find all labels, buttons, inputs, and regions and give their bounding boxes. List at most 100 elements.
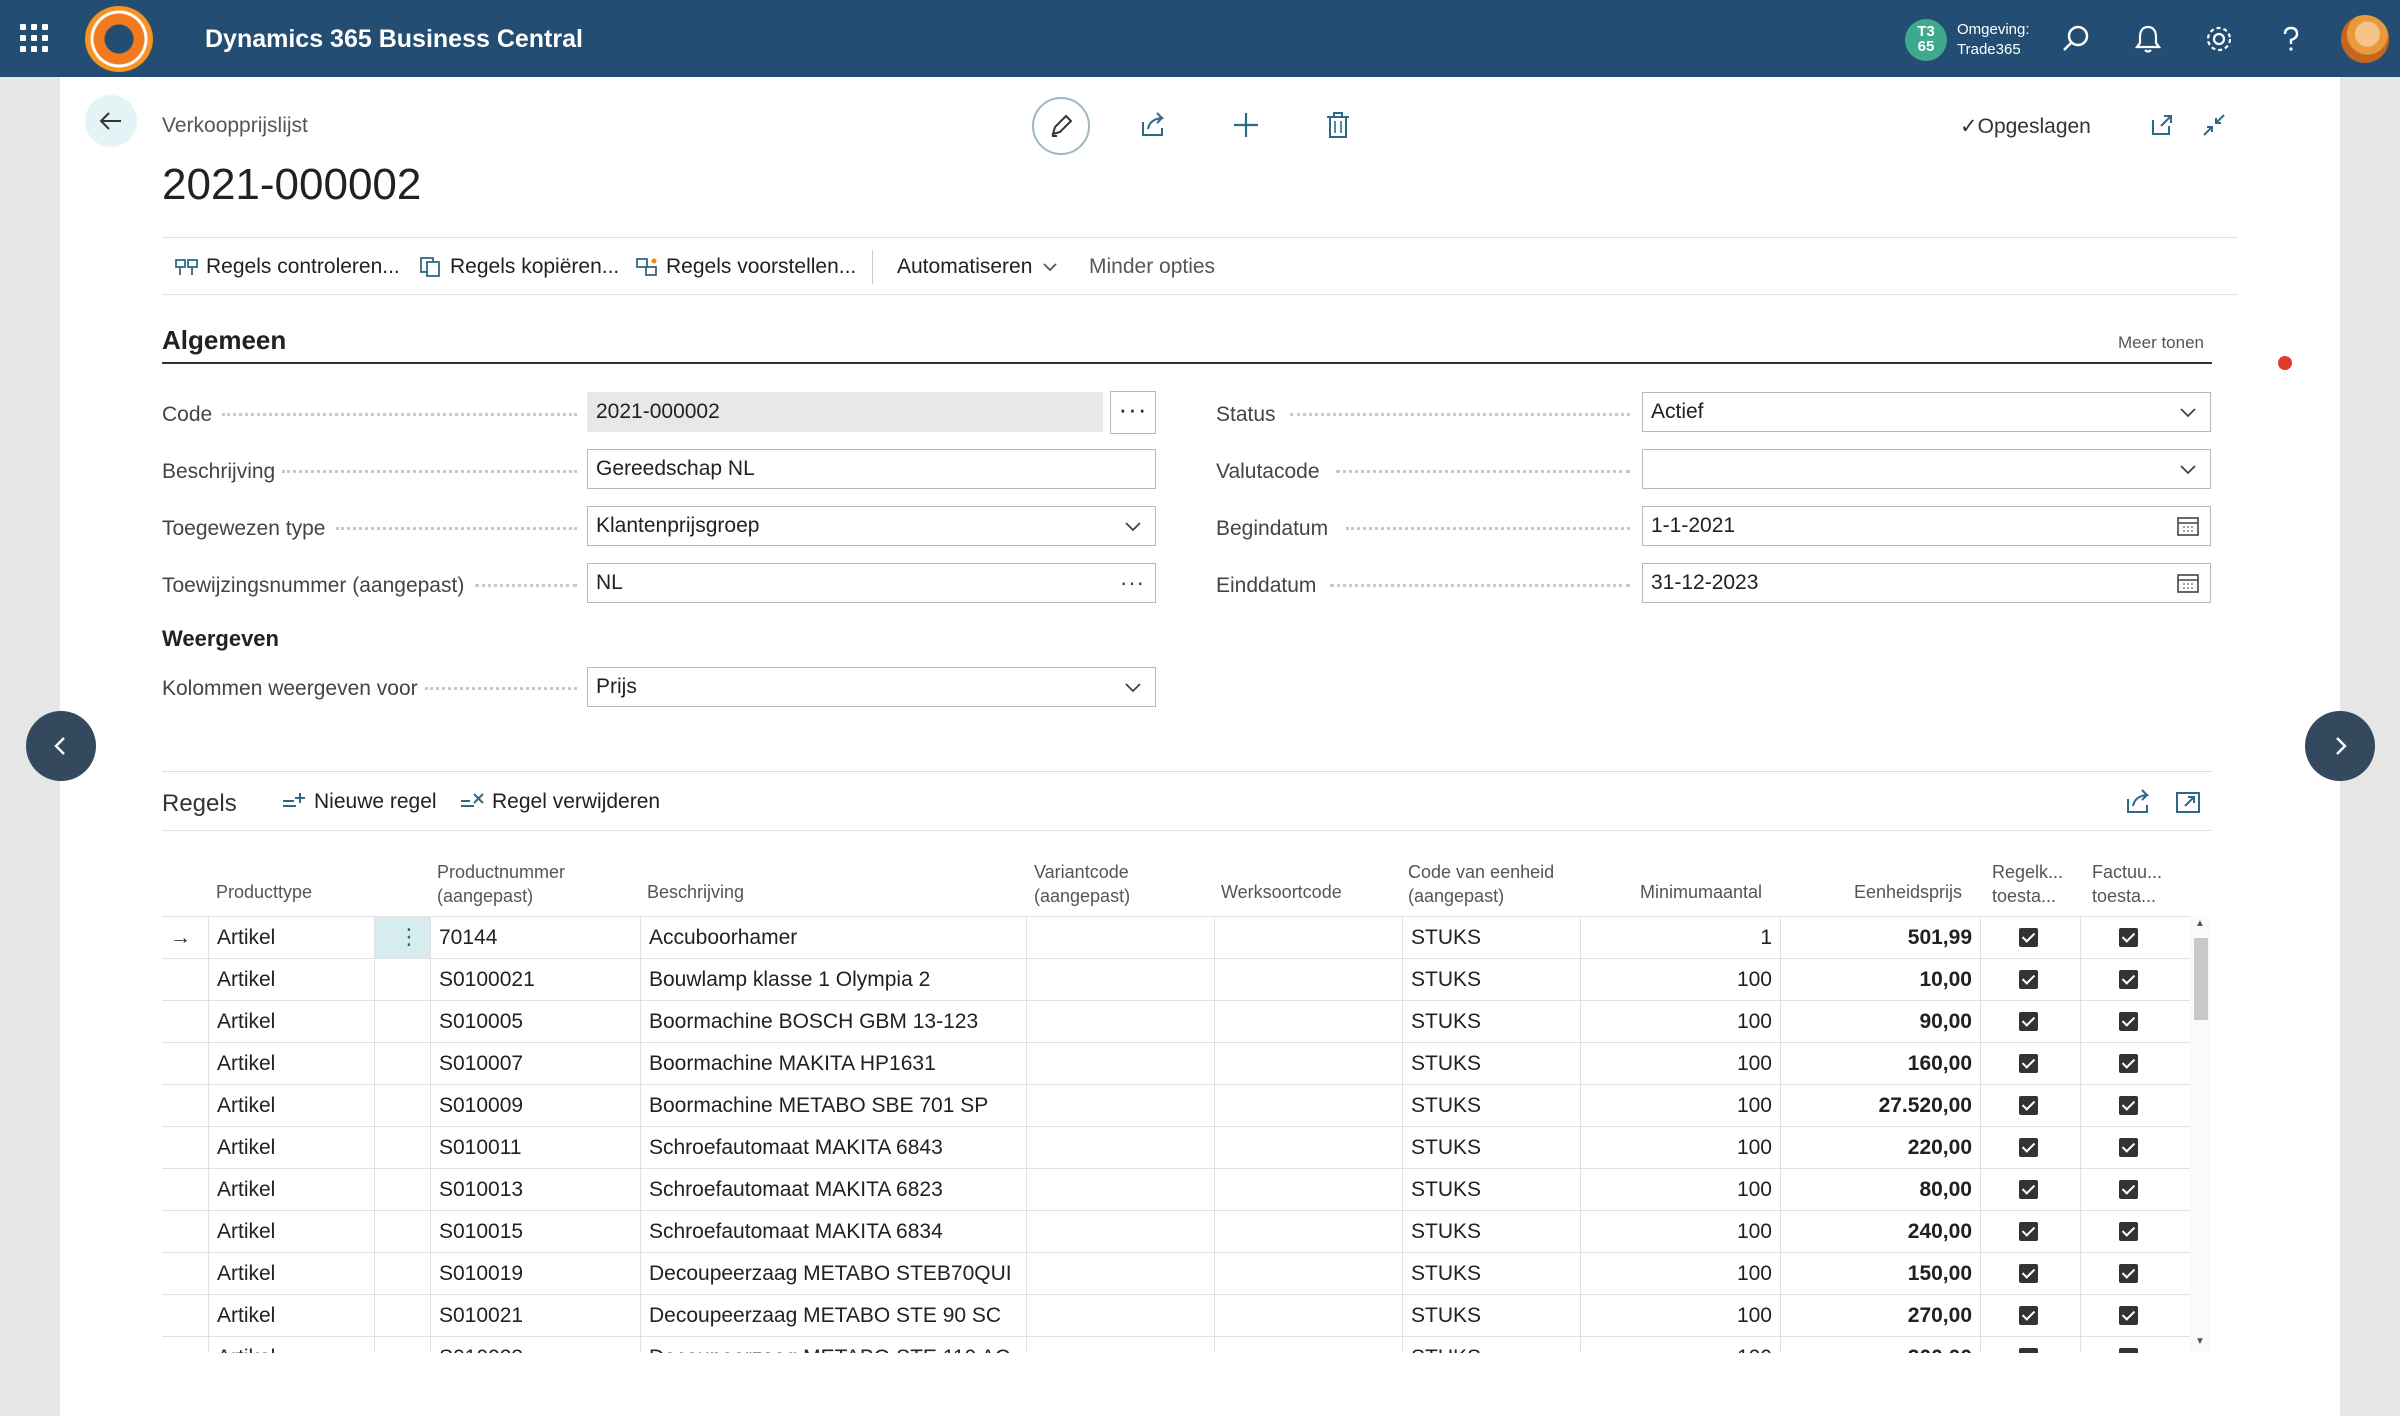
cell-variant[interactable] <box>1026 917 1214 959</box>
cell-product-no[interactable]: S010011 <box>430 1127 640 1169</box>
table-row[interactable]: → ⋮ Artikel 70144 Accuboorhamer STUKS 1 501,99 <box>162 916 2192 959</box>
cell-work-type[interactable] <box>1214 917 1402 959</box>
checkbox-checked[interactable] <box>2019 1180 2038 1199</box>
cell-product-type[interactable]: Artikel <box>208 1253 374 1295</box>
checkbox-checked[interactable] <box>2119 1138 2138 1157</box>
help-icon[interactable] <box>2274 22 2308 56</box>
checkbox-checked[interactable] <box>2119 1306 2138 1325</box>
cell-min-qty[interactable]: 100 <box>1580 1127 1780 1169</box>
cell-min-qty[interactable]: 100 <box>1580 1001 1780 1043</box>
cell-work-type[interactable] <box>1214 959 1402 1001</box>
cell-min-qty[interactable]: 100 <box>1580 959 1780 1001</box>
cell-product-type[interactable]: Artikel <box>208 1001 374 1043</box>
cell-min-qty[interactable]: 100 <box>1580 1043 1780 1085</box>
cell-min-qty[interactable]: 100 <box>1580 1295 1780 1337</box>
cell-description[interactable]: Accuboorhamer <box>640 917 1026 959</box>
cell-allow-invoice-discount[interactable] <box>2080 1211 2190 1253</box>
cell-allow-invoice-discount[interactable] <box>2080 1337 2190 1353</box>
column-header-work-type[interactable]: Werksoortcode <box>1221 880 1342 904</box>
column-header-allow-line-discount[interactable]: Regelk... toesta... <box>1992 860 2063 908</box>
checkbox-checked[interactable] <box>2119 1222 2138 1241</box>
plus-icon[interactable] <box>1229 108 1263 142</box>
cell-work-type[interactable] <box>1214 1127 1402 1169</box>
cell-description[interactable]: Boormachine METABO SBE 701 SP <box>640 1085 1026 1127</box>
code-field[interactable]: 2021-000002 <box>587 392 1103 432</box>
cell-allow-invoice-discount[interactable] <box>2080 1169 2190 1211</box>
cell-allow-invoice-discount[interactable] <box>2080 1001 2190 1043</box>
share-icon[interactable] <box>2122 786 2154 818</box>
cell-variant[interactable] <box>1026 1295 1214 1337</box>
scroll-down-icon[interactable]: ▼ <box>2195 1336 2205 1347</box>
cell-unit-price[interactable]: 300,00 <box>1780 1337 1980 1353</box>
cell-product-no[interactable]: S010009 <box>430 1085 640 1127</box>
cell-product-no[interactable]: S010019 <box>430 1253 640 1295</box>
cell-allow-invoice-discount[interactable] <box>2080 959 2190 1001</box>
cell-work-type[interactable] <box>1214 1337 1402 1353</box>
checkbox-checked[interactable] <box>2019 1222 2038 1241</box>
cell-allow-line-discount[interactable] <box>1980 1043 2080 1085</box>
cell-unit-price[interactable]: 220,00 <box>1780 1127 1980 1169</box>
cell-product-type[interactable]: Artikel <box>208 1169 374 1211</box>
checkbox-checked[interactable] <box>2119 970 2138 989</box>
cell-description[interactable]: Boormachine BOSCH GBM 13-123 <box>640 1001 1026 1043</box>
cell-unit-price[interactable]: 10,00 <box>1780 959 1980 1001</box>
cell-variant[interactable] <box>1026 1211 1214 1253</box>
checkbox-checked[interactable] <box>2119 928 2138 947</box>
cell-product-type[interactable]: Artikel <box>208 1043 374 1085</box>
checkbox-checked[interactable] <box>2119 1012 2138 1031</box>
table-row[interactable]: Artikel S010005 Boormachine BOSCH GBM 13-1… <box>162 1000 2192 1043</box>
cell-product-type[interactable]: Artikel <box>208 1127 374 1169</box>
cell-variant[interactable] <box>1026 1337 1214 1353</box>
new-line-button[interactable]: Nieuwe regel <box>280 790 437 814</box>
cell-work-type[interactable] <box>1214 1085 1402 1127</box>
column-header-description[interactable]: Beschrijving <box>647 880 744 904</box>
cell-allow-invoice-discount[interactable] <box>2080 1253 2190 1295</box>
cell-allow-invoice-discount[interactable] <box>2080 1085 2190 1127</box>
cell-min-qty[interactable]: 100 <box>1580 1253 1780 1295</box>
cell-uom[interactable]: STUKS <box>1402 1337 1580 1353</box>
cell-work-type[interactable] <box>1214 1169 1402 1211</box>
cell-product-type[interactable]: Artikel <box>208 1337 374 1353</box>
cell-product-no[interactable]: S010023 <box>430 1337 640 1353</box>
checkbox-checked[interactable] <box>2019 970 2038 989</box>
cell-uom[interactable]: STUKS <box>1402 1043 1580 1085</box>
checkbox-checked[interactable] <box>2019 1054 2038 1073</box>
cell-product-type[interactable]: Artikel <box>208 1085 374 1127</box>
table-row[interactable]: Artikel S010007 Boormachine MAKITA HP1631 S… <box>162 1042 2192 1085</box>
cell-product-no[interactable]: S010015 <box>430 1211 640 1253</box>
scroll-up-icon[interactable]: ▲ <box>2195 918 2205 929</box>
cell-min-qty[interactable]: 1 <box>1580 917 1780 959</box>
cell-unit-price[interactable]: 90,00 <box>1780 1001 1980 1043</box>
check-lines-button[interactable]: Regels controleren... <box>174 255 400 279</box>
cell-unit-price[interactable]: 240,00 <box>1780 1211 1980 1253</box>
column-header-uom[interactable]: Code van eenheid (aangepast) <box>1408 860 1554 908</box>
cell-uom[interactable]: STUKS <box>1402 959 1580 1001</box>
back-button[interactable] <box>85 95 137 147</box>
cell-allow-line-discount[interactable] <box>1980 959 2080 1001</box>
edit-button[interactable] <box>1032 97 1090 155</box>
cell-product-type[interactable]: Artikel <box>208 917 374 959</box>
cell-uom[interactable]: STUKS <box>1402 1001 1580 1043</box>
cell-variant[interactable] <box>1026 1085 1214 1127</box>
cell-product-no[interactable]: S010005 <box>430 1001 640 1043</box>
cell-product-type[interactable]: Artikel <box>208 1211 374 1253</box>
cell-uom[interactable]: STUKS <box>1402 1211 1580 1253</box>
ellipsis-icon[interactable]: ··· <box>1120 564 1145 602</box>
checkbox-checked[interactable] <box>2119 1348 2138 1353</box>
suggest-lines-button[interactable]: Regels voorstellen... <box>634 255 856 279</box>
cell-allow-invoice-discount[interactable] <box>2080 1043 2190 1085</box>
cell-allow-invoice-discount[interactable] <box>2080 1127 2190 1169</box>
cell-uom[interactable]: STUKS <box>1402 1169 1580 1211</box>
cell-unit-price[interactable]: 270,00 <box>1780 1295 1980 1337</box>
environment-badge[interactable]: T3 65 <box>1905 19 1947 61</box>
cell-variant[interactable] <box>1026 1127 1214 1169</box>
cell-variant[interactable] <box>1026 1043 1214 1085</box>
cell-variant[interactable] <box>1026 1169 1214 1211</box>
cell-unit-price[interactable]: 27.520,00 <box>1780 1085 1980 1127</box>
assign-no-field[interactable]: NL ··· <box>587 563 1156 603</box>
cell-allow-line-discount[interactable] <box>1980 1001 2080 1043</box>
cell-product-type[interactable]: Artikel <box>208 1295 374 1337</box>
cell-min-qty[interactable]: 100 <box>1580 1085 1780 1127</box>
cell-work-type[interactable] <box>1214 1043 1402 1085</box>
column-header-product-no[interactable]: Productnummer (aangepast) <box>437 860 565 908</box>
